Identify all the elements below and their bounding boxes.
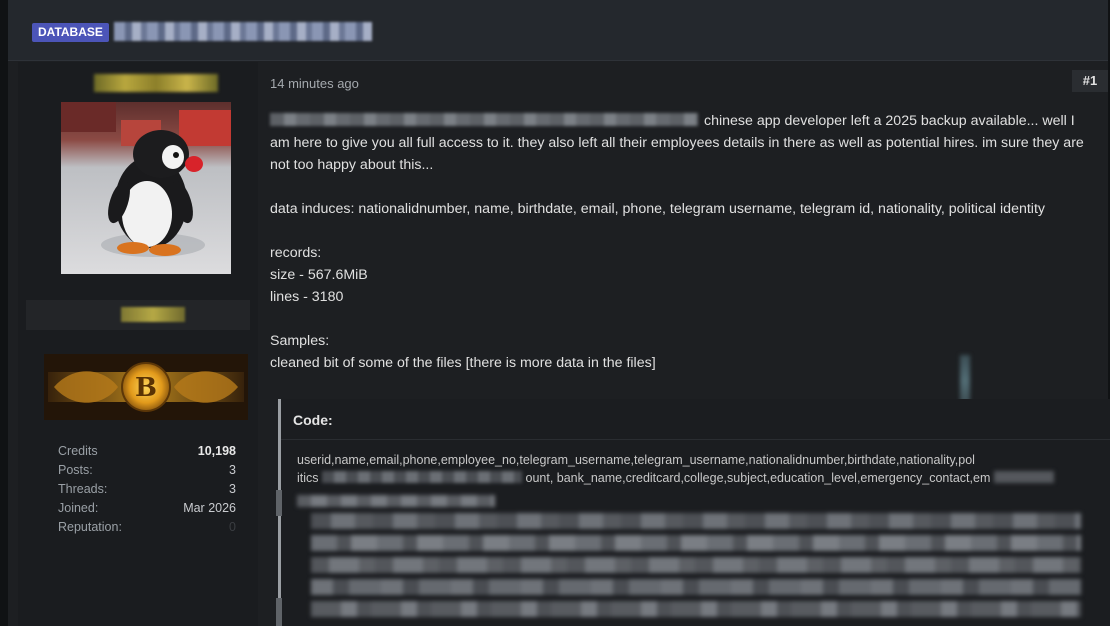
redacted-code-block xyxy=(311,535,1081,551)
penguin-avatar-image xyxy=(61,102,231,257)
user-title-redacted xyxy=(121,307,185,322)
post-number[interactable]: #1 xyxy=(1072,70,1108,92)
category-tag[interactable]: DATABASE xyxy=(32,23,109,42)
stat-label: Threads: xyxy=(58,482,108,496)
post-paragraph-data-fields: data induces: nationalidnumber, name, bi… xyxy=(270,201,1045,217)
stat-label: Credits xyxy=(58,444,98,458)
user-title-bar xyxy=(26,300,250,330)
code-content[interactable]: userid,name,email,phone,employee_no,tele… xyxy=(297,451,1101,487)
post-paragraph-intro: chinese app developer left a 2025 backup… xyxy=(270,110,1088,176)
records-lines: lines - 3180 xyxy=(270,289,344,305)
code-line-2: itics ount, bank_name,creditcard,college… xyxy=(297,469,1101,487)
forum-post-frame: DATABASE B Credits 10,198 Posts: 3 Threa… xyxy=(8,0,1110,626)
userbar-letter: B xyxy=(135,373,157,403)
stat-joined: Joined: Mar 2026 xyxy=(58,499,236,518)
redacted-code xyxy=(993,471,1054,483)
bitcoin-userbar: B xyxy=(44,354,248,420)
redacted-text xyxy=(270,113,698,126)
post-body: chinese app developer left a 2025 backup… xyxy=(270,110,1088,374)
redacted-code-block xyxy=(311,513,1081,529)
author-username-redacted[interactable] xyxy=(94,74,218,92)
stat-label: Posts: xyxy=(58,463,93,477)
stat-value[interactable]: 3 xyxy=(229,461,236,480)
stat-label: Reputation: xyxy=(58,520,122,534)
records-size: size - 567.6MiB xyxy=(270,267,368,283)
author-avatar[interactable] xyxy=(61,102,231,274)
thread-header: DATABASE xyxy=(8,0,1108,61)
post-timestamp[interactable]: 14 minutes ago xyxy=(270,76,359,91)
code-line-1: userid,name,email,phone,employee_no,tele… xyxy=(297,453,975,467)
stat-reputation: Reputation: 0 xyxy=(58,518,236,537)
code-divider xyxy=(281,439,1110,440)
bitcoin-emblem-icon: B xyxy=(44,354,248,420)
stat-label: Joined: xyxy=(58,501,99,515)
author-stats: Credits 10,198 Posts: 3 Threads: 3 Joine… xyxy=(58,442,236,537)
samples-heading: Samples: xyxy=(270,333,330,349)
code-scroll-handle[interactable] xyxy=(276,490,282,516)
redacted-code-block xyxy=(311,579,1081,595)
stat-threads: Threads: 3 xyxy=(58,480,236,499)
code-scroll-handle[interactable] xyxy=(276,598,282,626)
stat-value[interactable]: 3 xyxy=(229,480,236,499)
redacted-code-block xyxy=(311,557,1081,573)
intro-line-tail: chinese app developer left a 2025 backup… xyxy=(704,113,1039,129)
stat-value: 10,198 xyxy=(197,444,236,458)
code-line-2-visible: ount, bank_name,creditcard,college,subje… xyxy=(525,471,991,485)
redacted-code-block xyxy=(311,601,1081,617)
code-line-2-start: itics xyxy=(297,471,319,485)
records-heading: records: xyxy=(270,245,322,261)
redacted-code xyxy=(322,471,523,483)
thread-title-redacted xyxy=(114,22,372,41)
author-sidebar: B Credits 10,198 Posts: 3 Threads: 3 Joi… xyxy=(18,62,258,626)
stat-value: Mar 2026 xyxy=(183,501,236,515)
code-block-title: Code: xyxy=(293,412,333,428)
stat-value[interactable]: 0 xyxy=(229,518,236,537)
stat-posts: Posts: 3 xyxy=(58,461,236,480)
stat-credits: Credits 10,198 xyxy=(58,442,236,461)
code-block[interactable]: Code: userid,name,email,phone,employee_n… xyxy=(278,399,1110,626)
redacted-code-block xyxy=(297,495,495,507)
